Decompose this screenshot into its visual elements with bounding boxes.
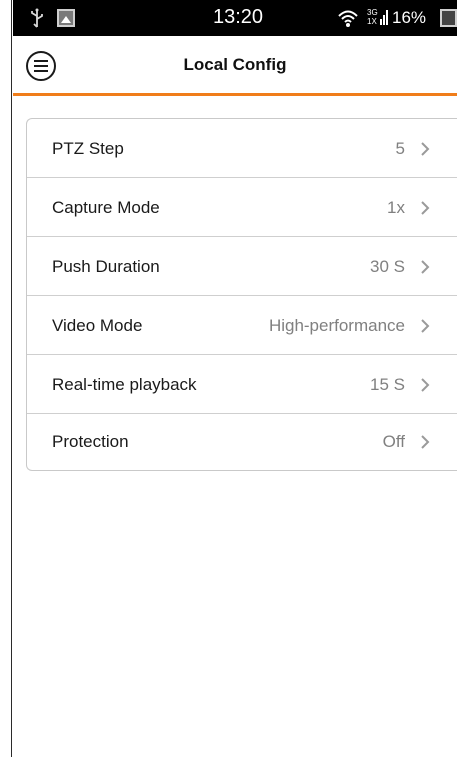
svg-text:1X: 1X [367, 17, 377, 26]
setting-row-ptz-step[interactable]: PTZ Step 5 [27, 119, 457, 178]
app-screen: 13:20 3G 1X 16% Local Config PTZ Step 5 … [0, 0, 457, 757]
setting-label: Video Mode [52, 316, 143, 335]
setting-row-realtime-playback[interactable]: Real-time playback 15 S [27, 355, 457, 414]
chevron-right-icon [421, 435, 430, 449]
image-notification-icon [57, 9, 75, 27]
chevron-right-icon [421, 201, 430, 215]
usb-icon [31, 8, 43, 28]
page-title: Local Config [183, 55, 287, 74]
setting-row-video-mode[interactable]: Video Mode High-performance [27, 296, 457, 355]
status-time: 13:20 [213, 6, 264, 28]
setting-label: PTZ Step [52, 139, 124, 158]
setting-label: Push Duration [52, 257, 160, 276]
setting-value: High-performance [268, 316, 405, 335]
setting-value: 5 [395, 139, 405, 158]
settings-list: PTZ Step 5 Capture Mode 1x Push Duration… [26, 118, 457, 471]
setting-label: Real-time playback [52, 375, 197, 394]
status-bar: 13:20 3G 1X 16% [13, 0, 457, 36]
svg-text:3G: 3G [367, 8, 378, 17]
battery-icon [440, 9, 457, 27]
chevron-right-icon [421, 142, 430, 156]
setting-row-protection[interactable]: Protection Off [27, 414, 457, 470]
app-header: Local Config [13, 36, 457, 96]
chevron-right-icon [421, 378, 430, 392]
battery-percent: 16% [392, 8, 427, 27]
setting-value: 30 S [370, 257, 405, 276]
chevron-right-icon [421, 319, 430, 333]
setting-row-capture-mode[interactable]: Capture Mode 1x [27, 178, 457, 237]
setting-label: Capture Mode [52, 198, 160, 217]
signal-icon: 3G 1X [367, 8, 388, 26]
setting-label: Protection [52, 432, 129, 451]
wifi-icon [338, 10, 358, 27]
chevron-right-icon [421, 260, 430, 274]
setting-value: 1x [387, 198, 405, 217]
setting-value: 15 S [370, 375, 405, 394]
setting-value: Off [382, 432, 405, 451]
window-edge [0, 0, 12, 757]
setting-row-push-duration[interactable]: Push Duration 30 S [27, 237, 457, 296]
menu-icon[interactable] [25, 50, 57, 82]
